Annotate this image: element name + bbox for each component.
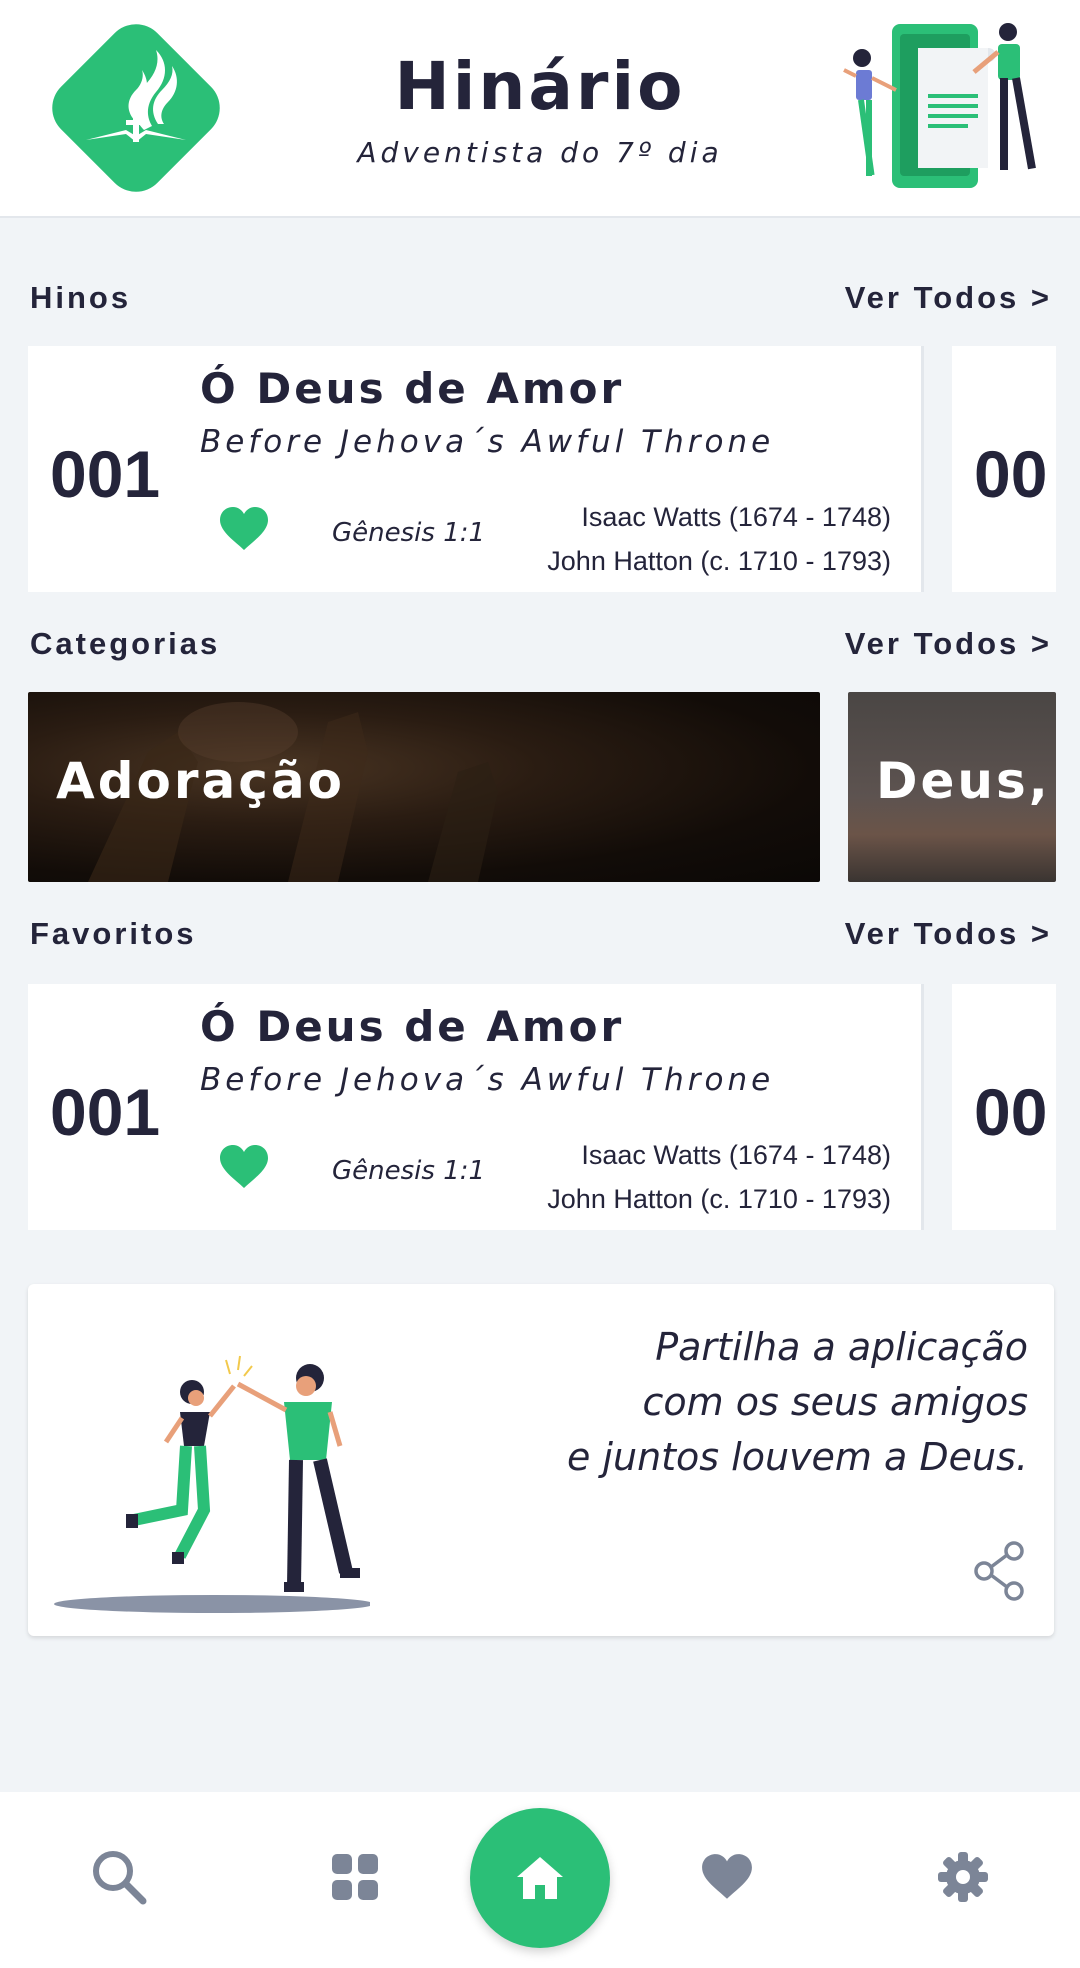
category-label: Deus, o xyxy=(876,752,1056,810)
favorite-hymn-card-next[interactable]: 00 xyxy=(952,984,1056,1230)
hymn-card-next[interactable]: 00 xyxy=(952,346,1056,592)
app-subtitle: Adventista do 7º dia xyxy=(357,136,723,169)
high-five-illustration xyxy=(54,1355,370,1613)
hymn-verse-ref: Gênesis 1:1 xyxy=(332,518,486,548)
section-title-categorias: Categorias xyxy=(30,626,221,661)
hymn-original-title: Before Jehova´s Awful Throne xyxy=(200,1062,775,1098)
nav-home[interactable] xyxy=(470,1808,610,1948)
categorias-see-all-link[interactable]: Ver Todos > xyxy=(845,626,1052,662)
favoritos-see-all-link[interactable]: Ver Todos > xyxy=(845,916,1052,952)
section-title-hinos: Hinos xyxy=(30,280,132,315)
hymn-original-title: Before Jehova´s Awful Throne xyxy=(200,424,775,460)
share-card: Partilha a aplicação com os seus amigos … xyxy=(28,1284,1054,1636)
home-icon xyxy=(517,1857,563,1899)
nav-categories[interactable] xyxy=(310,1832,400,1922)
app-title: Hinário xyxy=(394,48,686,125)
hymn-number: 00 xyxy=(974,437,1048,511)
hymn-author-lyrics: Isaac Watts (1674 - 1748) xyxy=(581,1140,891,1170)
hymn-number: 001 xyxy=(50,437,161,511)
share-message-line: e juntos louvem a Deus. xyxy=(566,1435,1028,1479)
hymn-number: 00 xyxy=(974,1075,1048,1149)
nav-search[interactable] xyxy=(74,1832,164,1922)
nav-settings[interactable] xyxy=(918,1832,1008,1922)
hymn-title: Ó Deus de Amor xyxy=(200,364,625,413)
favorite-heart-icon[interactable] xyxy=(218,506,270,552)
favorite-heart-icon[interactable] xyxy=(218,1144,270,1190)
hymn-verse-ref: Gênesis 1:1 xyxy=(332,1156,486,1186)
hymn-number: 001 xyxy=(50,1075,161,1149)
hymn-author-music: John Hatton (c. 1710 - 1793) xyxy=(547,546,891,576)
hymn-card[interactable]: 001 Ó Deus de Amor Before Jehova´s Awful… xyxy=(28,346,924,592)
share-message-line: com os seus amigos xyxy=(642,1380,1028,1424)
hymn-author-music: John Hatton (c. 1710 - 1793) xyxy=(547,1184,891,1214)
phone-people-illustration xyxy=(843,23,1036,188)
share-message-line: Partilha a aplicação xyxy=(655,1325,1028,1369)
category-card-adoracao[interactable]: Adoração xyxy=(28,692,820,882)
grid-icon xyxy=(332,1854,378,1900)
adventist-logo xyxy=(52,24,220,192)
hinos-see-all-link[interactable]: Ver Todos > xyxy=(845,280,1052,316)
nav-favorites[interactable] xyxy=(682,1832,772,1922)
app-header: Hinário Adventista do 7º dia xyxy=(0,0,1080,218)
section-title-favoritos: Favoritos xyxy=(30,916,197,951)
share-message: Partilha a aplicação com os seus amigos … xyxy=(567,1320,1028,1485)
category-label: Adoração xyxy=(56,752,345,810)
hymn-title: Ó Deus de Amor xyxy=(200,1002,625,1051)
share-icon[interactable] xyxy=(972,1540,1028,1602)
favorite-hymn-card[interactable]: 001 Ó Deus de Amor Before Jehova´s Awful… xyxy=(28,984,924,1230)
heart-icon xyxy=(702,1854,752,1899)
search-icon xyxy=(93,1851,147,1905)
hymn-author-lyrics: Isaac Watts (1674 - 1748) xyxy=(581,502,891,532)
gear-icon xyxy=(938,1852,988,1902)
category-card-next[interactable]: Deus, o xyxy=(848,692,1056,882)
